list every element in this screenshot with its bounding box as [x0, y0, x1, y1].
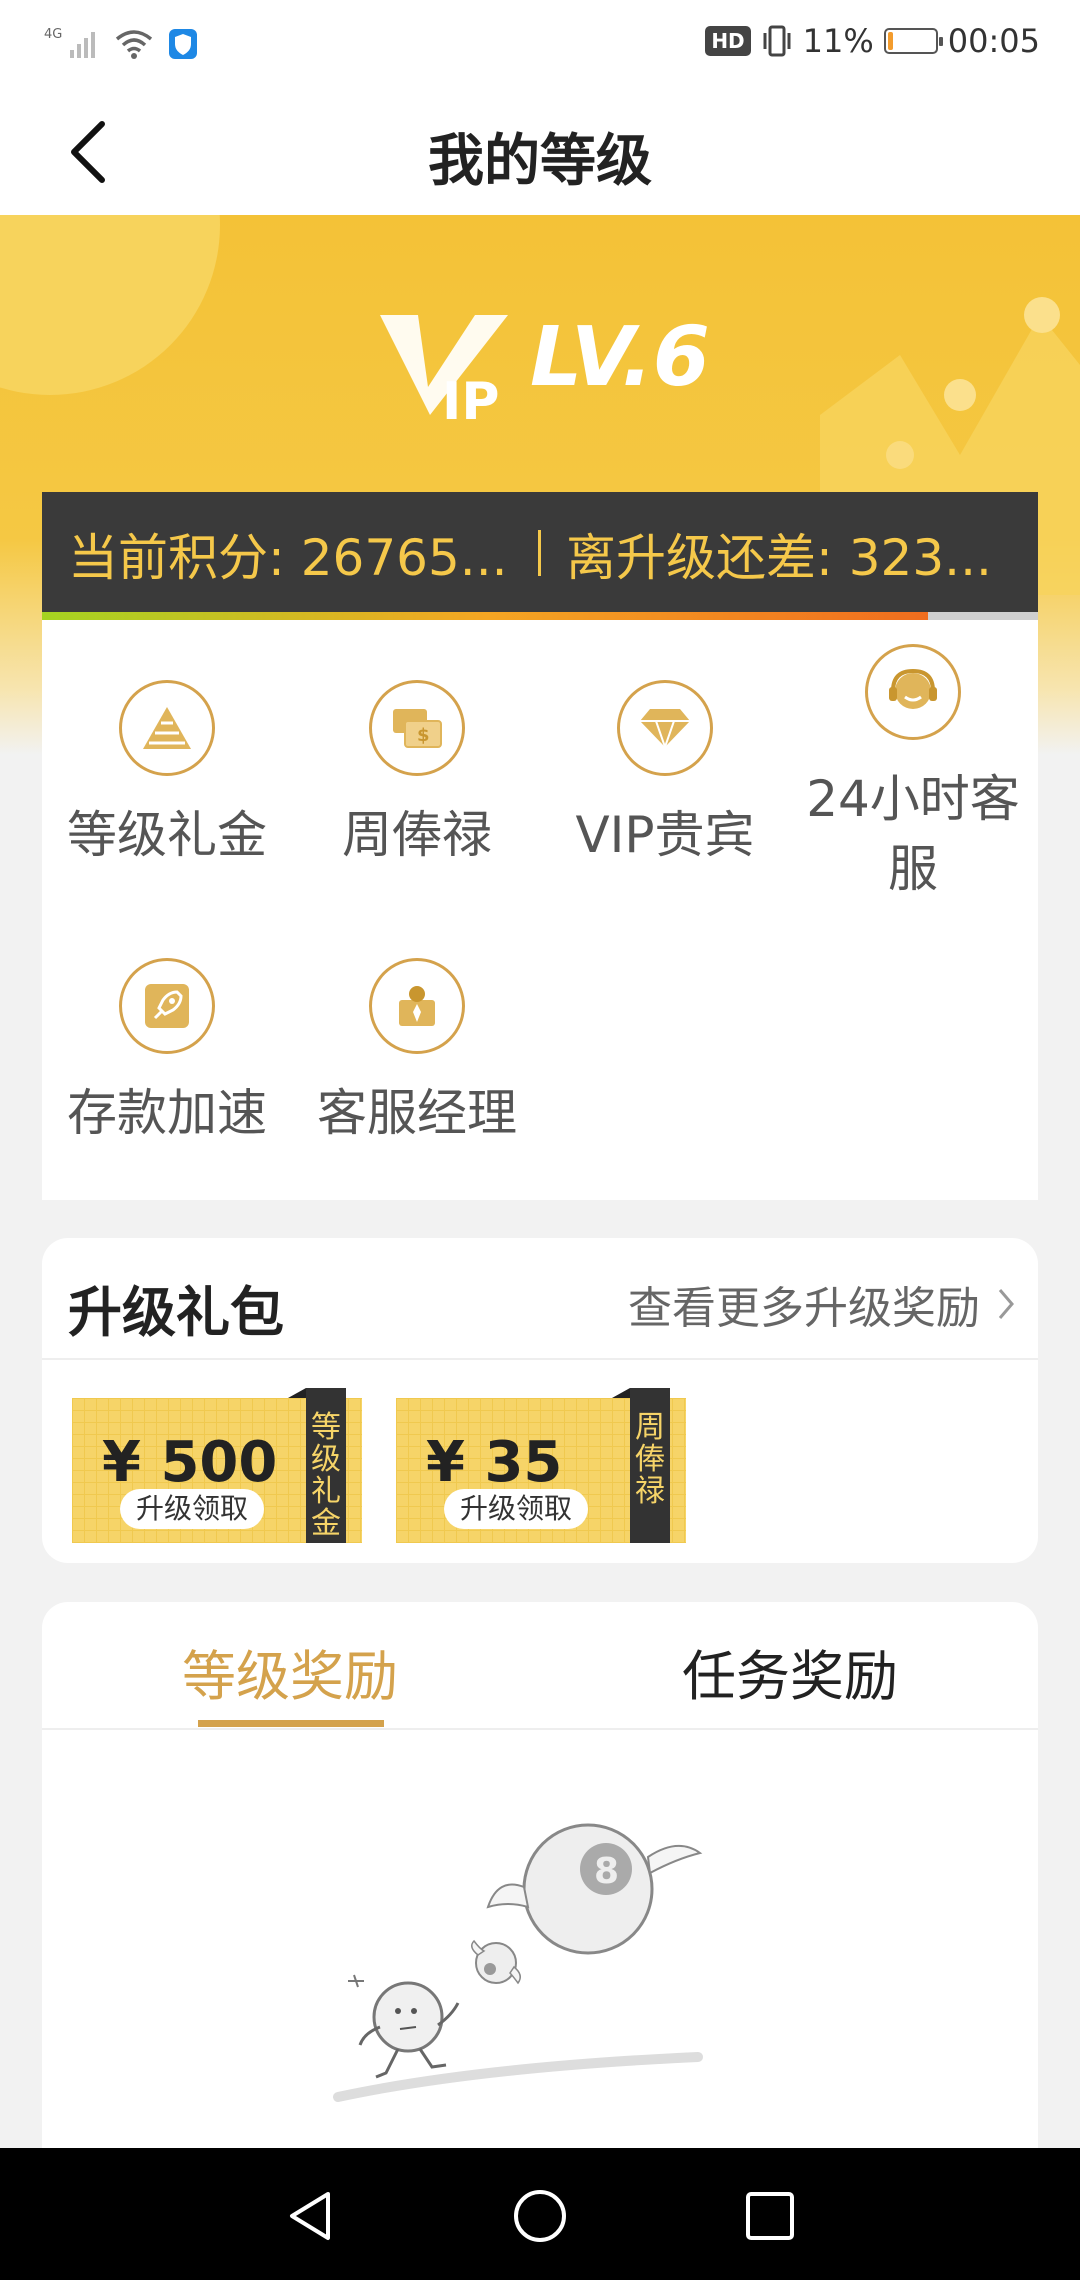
vip-level-text: LV.6	[530, 310, 710, 405]
upgrade-gift-card: 升级礼包 查看更多升级奖励 ¥ 500 升级领取 等级礼金 ¥ 35 升级领取 …	[42, 1238, 1038, 1563]
tab-level-rewards[interactable]: 等级奖励	[182, 1632, 398, 1711]
nav-home-button[interactable]	[510, 2186, 570, 2246]
nav-recents-button[interactable]	[740, 2186, 800, 2246]
status-bar: 4G HD 11% 00:05	[0, 0, 1080, 90]
benefit-label: 客服经理	[317, 1084, 517, 1142]
coupon-weekly-salary[interactable]: ¥ 35 升级领取 周俸禄	[396, 1388, 686, 1543]
clock: 00:05	[947, 22, 1040, 60]
chevron-right-icon	[998, 1289, 1014, 1319]
empty-state-illustration: 8	[333, 1823, 703, 2102]
coupon-amount: ¥ 500	[102, 1430, 278, 1495]
benefits-grid: 等级礼金 $ 周俸禄 VIP贵宾 24小时客服 存款加速 客服经理	[42, 620, 1038, 1200]
benefit-label: 存款加速	[67, 1084, 267, 1142]
square-recents-icon	[746, 2192, 794, 2240]
benefit-level-bonus[interactable]: 等级礼金	[42, 680, 292, 870]
wifi-icon	[115, 30, 153, 59]
vip-level-logo: IP LV.6	[380, 310, 710, 432]
benefit-weekly-salary[interactable]: $ 周俸禄	[292, 680, 542, 870]
status-left: 4G	[44, 24, 198, 64]
coupon-claim-chip: 升级领取	[444, 1489, 588, 1529]
coupon-level-bonus[interactable]: ¥ 500 升级领取 等级礼金	[72, 1388, 362, 1543]
benefit-label: 等级礼金	[67, 806, 267, 864]
coupon-side-label: 等级礼金	[288, 1388, 346, 1543]
signal-icon: 4G	[44, 27, 95, 58]
money-card-icon: $	[369, 680, 465, 776]
score-divider	[538, 530, 541, 576]
gift-divider	[42, 1358, 1038, 1360]
app-header: 我的等级	[0, 90, 1080, 215]
vip-ip-text: IP	[442, 372, 499, 432]
current-points: 当前积分: 26765...	[68, 529, 508, 587]
shield-icon	[169, 29, 197, 59]
gift-title: 升级礼包	[68, 1281, 284, 1344]
level-progress-bar	[42, 612, 1038, 620]
level-progress-fill	[42, 612, 929, 620]
svg-text:$: $	[417, 725, 430, 746]
more-rewards-label: 查看更多升级奖励	[628, 1283, 980, 1334]
coupon-side-label: 周俸禄	[612, 1388, 670, 1543]
active-tab-indicator	[198, 1720, 384, 1727]
nav-back-button[interactable]	[280, 2186, 340, 2246]
status-right: HD 11% 00:05	[705, 22, 1040, 60]
vibrate-icon	[763, 25, 791, 57]
circle-home-icon	[514, 2190, 566, 2242]
coupon-claim-chip: 升级领取	[120, 1489, 264, 1529]
diamond-icon	[617, 680, 713, 776]
tab-divider	[42, 1728, 1038, 1730]
benefit-label: VIP贵宾	[575, 806, 755, 864]
benefit-label: 周俸禄	[342, 806, 492, 864]
more-rewards-link[interactable]: 查看更多升级奖励	[628, 1272, 1016, 1336]
benefit-24h-service[interactable]: 24小时客服	[788, 644, 1038, 904]
hero-decor-circle	[0, 215, 220, 395]
benefit-label: 24小时客服	[806, 770, 1020, 898]
triangle-back-icon	[290, 2192, 330, 2240]
tab-task-rewards[interactable]: 任务奖励	[682, 1632, 898, 1711]
battery-level	[887, 32, 893, 50]
pyramid-icon	[119, 680, 215, 776]
manager-icon	[369, 958, 465, 1054]
benefit-account-manager[interactable]: 客服经理	[292, 958, 542, 1148]
coupon-amount: ¥ 35	[426, 1430, 563, 1495]
network-type: 4G	[44, 27, 62, 42]
benefit-deposit-speedup[interactable]: 存款加速	[42, 958, 292, 1148]
battery-icon	[883, 28, 943, 54]
score-bar: 当前积分: 26765... 离升级还差: 323...	[42, 492, 1038, 612]
headset-icon	[865, 644, 961, 740]
benefit-vip-guest[interactable]: VIP贵宾	[540, 680, 790, 870]
system-nav-bar	[0, 2148, 1080, 2280]
battery-percent: 11%	[802, 22, 874, 60]
points-to-upgrade: 离升级还差: 323...	[566, 529, 992, 587]
hd-badge: HD	[705, 26, 751, 56]
rocket-icon	[119, 958, 215, 1054]
svg-text:8: 8	[594, 1851, 619, 1892]
page-title: 我的等级	[428, 129, 652, 194]
